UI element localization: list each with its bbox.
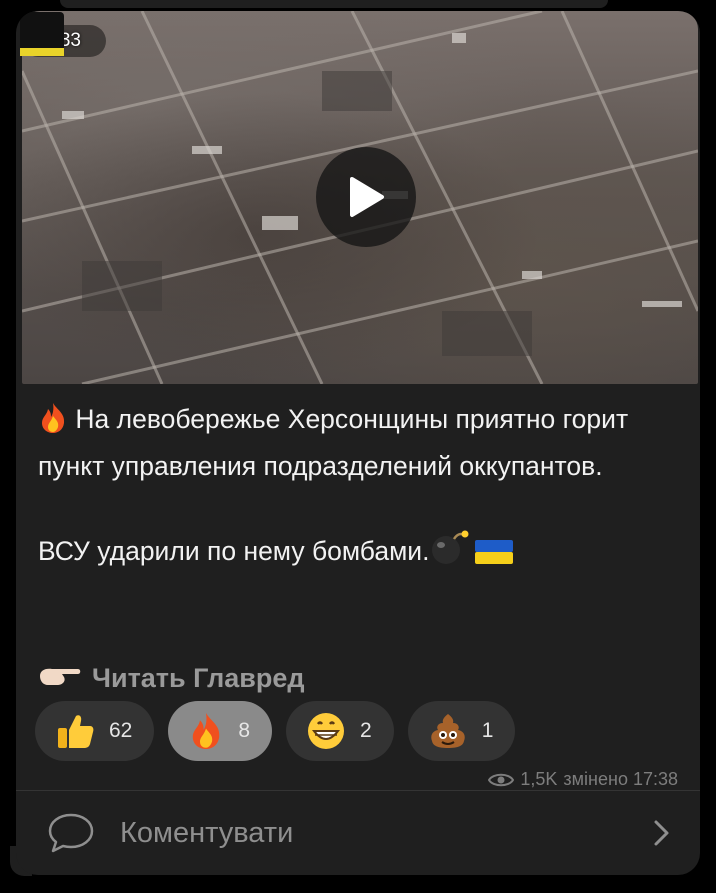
read-more-label[interactable]: Читать Главред [92, 663, 305, 694]
reaction-grinning[interactable]: 2 [286, 701, 394, 761]
reaction-poo[interactable]: 1 [407, 701, 516, 761]
reaction-fire[interactable]: 8 [168, 701, 273, 761]
channel-avatar-icon [20, 12, 64, 56]
pointing-hand-icon [38, 664, 82, 693]
thumbs-up-icon [58, 715, 94, 748]
read-more-link[interactable]: Читать Главред [38, 663, 305, 694]
post-paragraph-2: ВСУ ударили по нему бомбами. [38, 528, 688, 578]
video-preview[interactable] [22, 11, 698, 384]
play-icon [350, 177, 384, 217]
reaction-count: 8 [238, 719, 251, 742]
views-eye-icon [488, 773, 515, 786]
pile-of-poo-icon [430, 714, 465, 748]
post-text: На левобережье Херсонщины приятно горит … [38, 399, 688, 578]
views-count: 1,5K [520, 769, 558, 789]
edited-timestamp: змінено 17:38 [563, 769, 678, 789]
comment-bubble-icon [48, 813, 94, 853]
comment-button[interactable]: Коментувати [16, 791, 700, 875]
reaction-count: 2 [360, 719, 372, 742]
play-button[interactable] [316, 147, 416, 247]
bomb-icon [429, 528, 469, 578]
fire-icon [38, 402, 68, 446]
chevron-right-icon [654, 820, 669, 846]
message-bubble: 0:33 На левобережье Херсонщины приятно г… [16, 11, 700, 875]
comment-label: Коментувати [120, 816, 294, 849]
ukraine-flag-icon [475, 537, 514, 578]
previous-message-edge [60, 0, 608, 8]
post-paragraph-1: На левобережье Херсонщины приятно горит … [38, 402, 629, 481]
reaction-count: 1 [481, 719, 494, 742]
reactions-bar: 62 8 2 1 [35, 701, 516, 761]
post-meta: 1,5K змінено 17:38 [488, 769, 678, 790]
grinning-face-icon [308, 713, 345, 749]
reaction-thumbs-up[interactable]: 62 [35, 701, 155, 761]
reaction-count: 62 [109, 719, 133, 742]
fire-icon [193, 713, 220, 749]
video-duration-badge: 0:33 [20, 12, 106, 57]
